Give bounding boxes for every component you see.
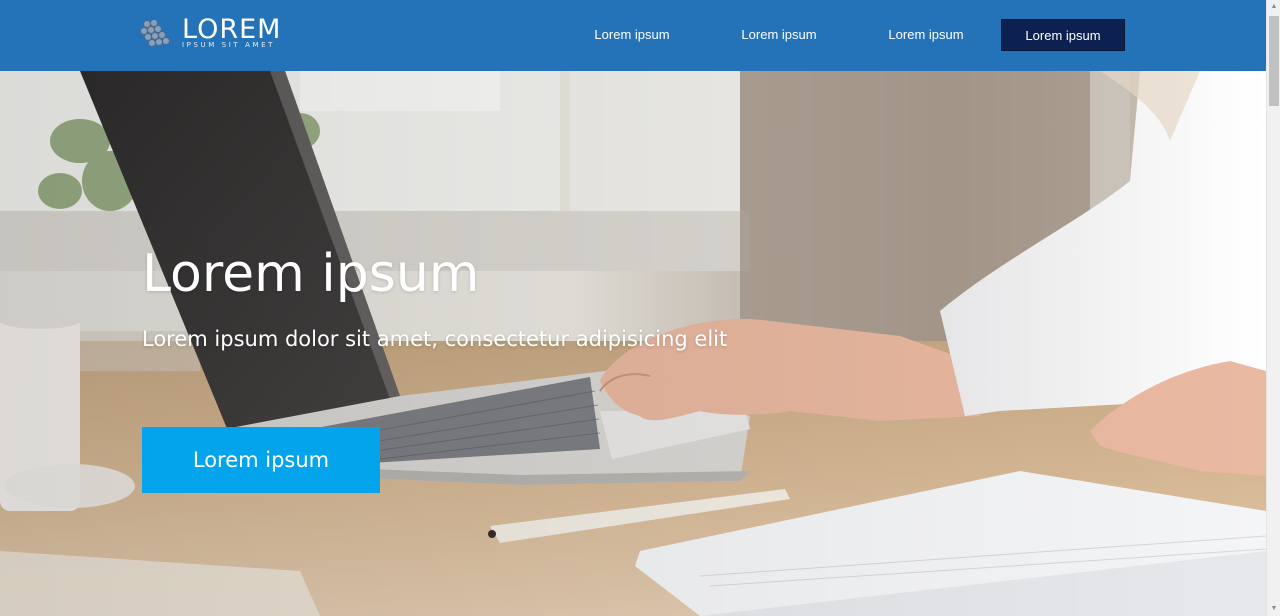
site-header: LOREM IPSUM SIT AMET Lorem ipsum Lorem i… xyxy=(0,0,1266,71)
page-scrollbar[interactable]: ▲ ▼ xyxy=(1266,0,1280,616)
brand-tagline: IPSUM SIT AMET xyxy=(182,41,276,49)
hero-cta-button[interactable]: Lorem ipsum xyxy=(142,427,380,493)
nav-link-3[interactable]: Lorem ipsum xyxy=(886,19,966,51)
hero-title: Lorem ipsum xyxy=(142,244,480,304)
brand-logo[interactable]: LOREM IPSUM SIT AMET xyxy=(140,16,290,56)
nav-link-2[interactable]: Lorem ipsum xyxy=(739,19,819,51)
scroll-up-arrow-icon[interactable]: ▲ xyxy=(1267,0,1280,14)
brand-name: LOREM xyxy=(182,14,282,45)
hexagon-cluster-logo-icon xyxy=(140,19,170,47)
nav-link-1[interactable]: Lorem ipsum xyxy=(592,19,672,51)
hero-section: Lorem ipsum Lorem ipsum dolor sit amet, … xyxy=(0,71,1266,616)
hero-subtitle: Lorem ipsum dolor sit amet, consectetur … xyxy=(142,327,728,351)
nav-cta-button[interactable]: Lorem ipsum xyxy=(1001,19,1125,51)
scroll-down-arrow-icon[interactable]: ▼ xyxy=(1267,602,1280,616)
scrollbar-thumb[interactable] xyxy=(1269,16,1279,106)
